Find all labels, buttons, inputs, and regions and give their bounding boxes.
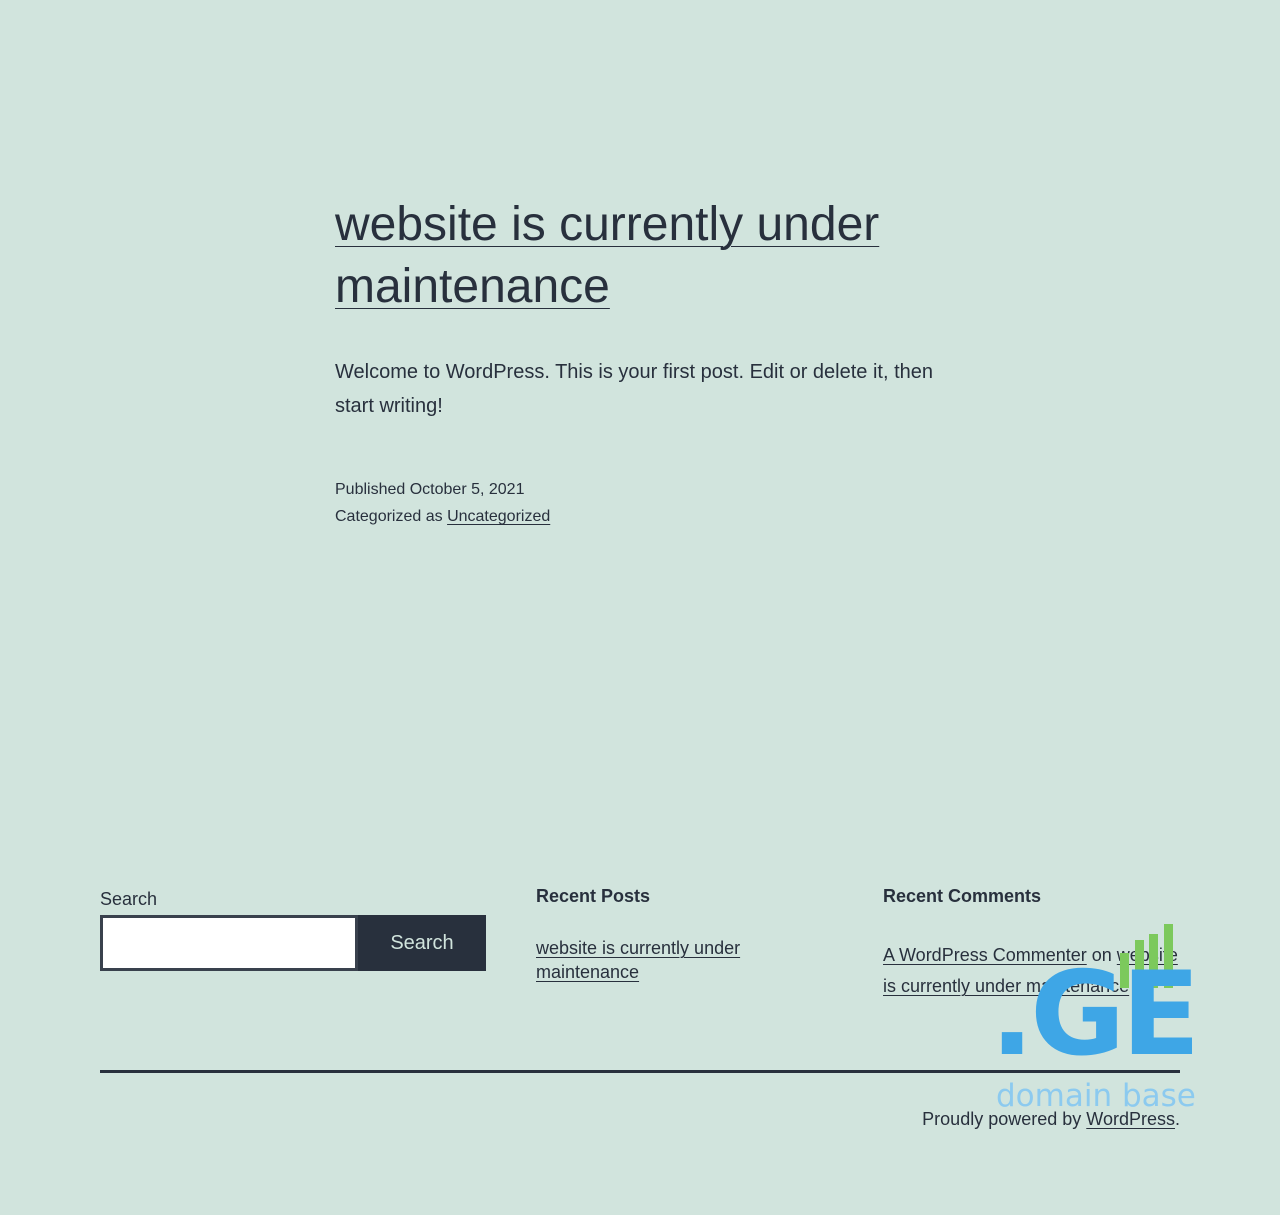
recent-posts-list: website is currently under maintenance: [536, 936, 796, 984]
comment-connector: on: [1091, 945, 1112, 965]
search-button[interactable]: Search: [358, 915, 486, 971]
recent-comments-widget: Recent Comments A WordPress Commenter on…: [883, 884, 1183, 1002]
recent-post-link[interactable]: website is currently under maintenance: [536, 938, 740, 982]
powered-by-suffix: .: [1174, 1109, 1180, 1129]
post-title: website is currently under maintenance: [335, 194, 945, 318]
categories: Categorized as Uncategorized: [335, 503, 945, 530]
recent-comments-list: A WordPress Commenter on website is curr…: [883, 940, 1183, 1002]
posted-on: Published October 5, 2021: [335, 476, 945, 503]
recent-comments-title: Recent Comments: [883, 886, 1042, 906]
published-label: Published: [335, 481, 406, 498]
list-item: A WordPress Commenter on website is curr…: [883, 940, 1183, 1002]
search-form: Search: [100, 915, 486, 971]
post: website is currently under maintenance W…: [335, 194, 945, 530]
search-input[interactable]: [100, 915, 358, 971]
comment-author-link[interactable]: A WordPress Commenter: [883, 945, 1087, 965]
wordpress-link[interactable]: WordPress: [1086, 1109, 1175, 1129]
recent-posts-title: Recent Posts: [536, 886, 651, 906]
post-title-link[interactable]: website is currently under maintenance: [335, 198, 879, 313]
post-content: Welcome to WordPress. This is your first…: [335, 361, 934, 417]
post-meta: Published October 5, 2021 Categorized as…: [335, 476, 945, 530]
recent-posts-widget: Recent Posts website is currently under …: [536, 884, 796, 984]
footer-divider: [100, 1070, 1180, 1073]
published-date: October 5, 2021: [409, 481, 525, 498]
site-info: Proudly powered by WordPress.: [922, 1106, 1180, 1132]
category-label: Categorized as: [335, 508, 443, 525]
category-link[interactable]: Uncategorized: [447, 508, 550, 525]
footer-widgets: Search Search Recent Posts website is cu…: [100, 884, 1180, 1024]
search-widget: Search Search: [100, 884, 486, 971]
search-label: Search: [100, 889, 158, 909]
powered-by-prefix: Proudly powered by: [922, 1109, 1082, 1129]
list-item: website is currently under maintenance: [536, 936, 796, 984]
